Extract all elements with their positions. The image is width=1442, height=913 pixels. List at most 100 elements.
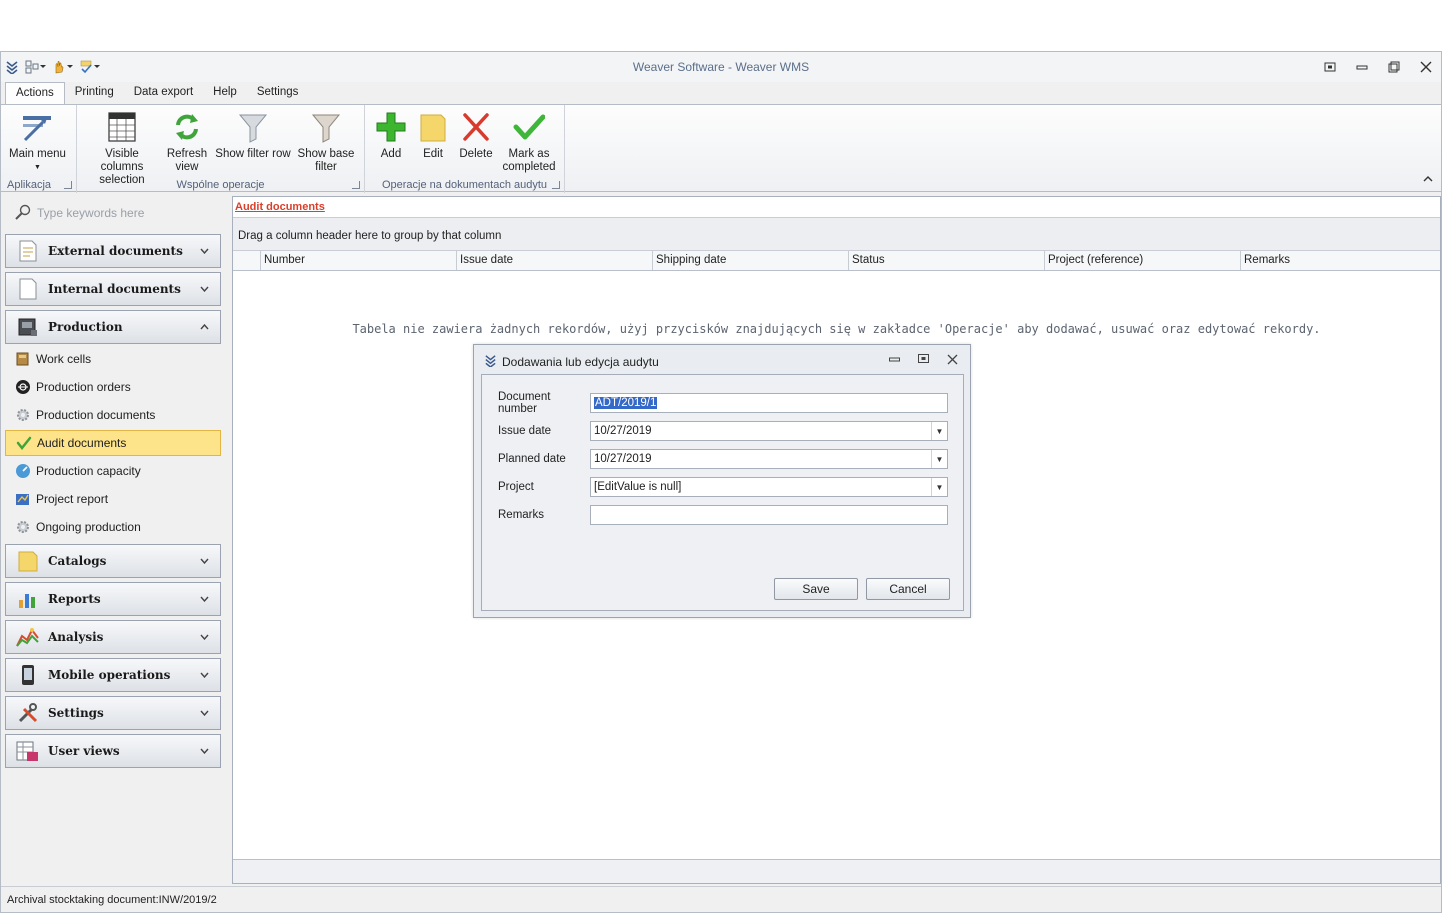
save-button[interactable]: Save [774, 578, 858, 600]
dropdown-arrow-icon[interactable]: ▼ [931, 450, 947, 468]
main-menu-button[interactable]: Main menu ▼ [9, 109, 66, 174]
issue-date-label: Issue date [498, 425, 552, 437]
folder-icon [416, 109, 450, 145]
project-report-icon [15, 491, 31, 507]
minimize-icon[interactable] [1353, 59, 1371, 75]
add-label: Add [380, 148, 402, 160]
audit-documents-tab[interactable]: Audit documents [235, 201, 325, 213]
dialog-title: Dodawania lub edycja audytu [502, 355, 659, 369]
group-launcher-icon[interactable] [352, 181, 360, 189]
refresh-view-button[interactable]: Refresh view [165, 109, 209, 174]
delete-x-icon [459, 109, 493, 145]
edit-button[interactable]: Edit [417, 109, 449, 161]
nav-group-external-documents[interactable]: External documents [5, 234, 221, 268]
user-views-icon [16, 739, 40, 763]
planned-date-picker[interactable]: 10/27/2019 ▼ [590, 449, 948, 469]
nav-group-label: Reports [48, 592, 101, 606]
dropdown-arrow-icon[interactable]: ▼ [931, 478, 947, 496]
group-by-panel[interactable]: Drag a column header here to group by th… [233, 217, 1440, 251]
close-icon[interactable] [1417, 59, 1435, 75]
visible-columns-button[interactable]: Visible columns selection [85, 109, 159, 187]
show-base-filter-button[interactable]: Show base filter [295, 109, 357, 174]
restore-icon[interactable] [1321, 59, 1339, 75]
ribbon-group-common: Visible columns selection Refresh view S… [77, 105, 365, 193]
column-header-remarks[interactable]: Remarks [1241, 251, 1440, 270]
nav-group-catalogs[interactable]: Catalogs [5, 544, 221, 578]
nav-group-label: Analysis [48, 630, 104, 644]
column-header-status[interactable]: Status [849, 251, 1045, 270]
column-header-number[interactable]: Number [261, 251, 457, 270]
nav-item-production-capacity[interactable]: Production capacity [5, 458, 221, 484]
column-header-issue-date[interactable]: Issue date [457, 251, 653, 270]
bar-chart-icon [16, 587, 40, 611]
folder-icon [16, 549, 40, 573]
minimize-icon[interactable] [889, 354, 900, 368]
base-filter-icon [309, 109, 343, 145]
show-filter-row-label: Show filter row [215, 148, 291, 160]
nav-group-production[interactable]: Production [5, 310, 221, 344]
project-select[interactable]: [EditValue is null] ▼ [590, 477, 948, 497]
tab-settings[interactable]: Settings [247, 82, 309, 104]
group-label-audit: Operacje na dokumentach audytu [381, 179, 548, 191]
group-label-common: Wspólne operacje [176, 179, 265, 191]
nav-item-project-report[interactable]: Project report [5, 486, 221, 512]
title-bar: Weaver Software - Weaver WMS [1, 52, 1441, 82]
window-title: Weaver Software - Weaver WMS [632, 60, 810, 74]
mark-completed-button[interactable]: Mark as completed [501, 109, 557, 174]
main-menu-label: Main menu [9, 148, 66, 160]
nav-item-ongoing-production[interactable]: Ongoing production [5, 514, 221, 540]
nav-group-internal-documents[interactable]: Internal documents [5, 272, 221, 306]
show-base-filter-label: Show base filter [297, 148, 355, 173]
nav-item-production-orders[interactable]: Production orders [5, 374, 221, 400]
grid-header: Number Issue date Shipping date Status P… [233, 251, 1440, 271]
search-icon [15, 204, 31, 223]
close-icon[interactable] [947, 354, 958, 368]
row-indicator-header [233, 251, 261, 270]
nav-item-audit-documents[interactable]: Audit documents [5, 430, 221, 456]
edit-label: Edit [423, 148, 443, 160]
issue-date-picker[interactable]: 10/27/2019 ▼ [590, 421, 948, 441]
nav-group-user-views[interactable]: User views [5, 734, 221, 768]
tab-data-export[interactable]: Data export [124, 82, 203, 104]
nav-item-label: Production orders [36, 380, 131, 394]
tab-help[interactable]: Help [203, 82, 247, 104]
chevron-down-icon [194, 556, 214, 567]
maximize-icon[interactable] [1385, 59, 1403, 75]
chevron-up-icon [194, 322, 214, 333]
project-label: Project [498, 481, 534, 493]
refresh-view-label: Refresh view [166, 148, 208, 173]
nav-group-label: Internal documents [48, 282, 181, 296]
nav-group-label: Catalogs [48, 554, 107, 568]
nav-group-settings[interactable]: Settings [5, 696, 221, 730]
nav-group-analysis[interactable]: Analysis [5, 620, 221, 654]
column-header-shipping-date[interactable]: Shipping date [653, 251, 849, 270]
show-filter-row-button[interactable]: Show filter row [215, 109, 291, 161]
nav-group-reports[interactable]: Reports [5, 582, 221, 616]
document-number-row: Document number ADT/2019/1 [498, 391, 948, 415]
navigation-pane: Type keywords here External documents In… [3, 194, 222, 884]
blank-document-icon [16, 277, 40, 301]
document-number-field[interactable]: ADT/2019/1 [590, 393, 948, 413]
column-header-project[interactable]: Project (reference) [1045, 251, 1241, 270]
dropdown-arrow-icon[interactable]: ▼ [931, 422, 947, 440]
maximize-icon[interactable] [918, 354, 929, 368]
ribbon-tabs: Actions Printing Data export Help Settin… [1, 82, 1441, 104]
nav-item-work-cells[interactable]: Work cells [5, 346, 221, 372]
add-button[interactable]: Add [373, 109, 409, 161]
cancel-button[interactable]: Cancel [866, 578, 950, 600]
delete-button[interactable]: Delete [457, 109, 495, 161]
mark-completed-label: Mark as completed [502, 148, 556, 173]
nav-search-input[interactable]: Type keywords here [5, 200, 220, 226]
remarks-field[interactable] [590, 505, 948, 525]
chevron-down-icon [194, 746, 214, 757]
nav-item-production-documents[interactable]: Production documents [5, 402, 221, 428]
group-launcher-icon[interactable] [64, 181, 72, 189]
tab-printing[interactable]: Printing [65, 82, 124, 104]
window-controls [1321, 59, 1435, 75]
document-number-value: ADT/2019/1 [594, 397, 658, 409]
group-launcher-icon[interactable] [552, 181, 560, 189]
nav-group-mobile-operations[interactable]: Mobile operations [5, 658, 221, 692]
tab-actions[interactable]: Actions [5, 82, 65, 104]
collapse-ribbon-icon[interactable] [1423, 175, 1433, 186]
nav-item-label: Audit documents [37, 436, 127, 450]
